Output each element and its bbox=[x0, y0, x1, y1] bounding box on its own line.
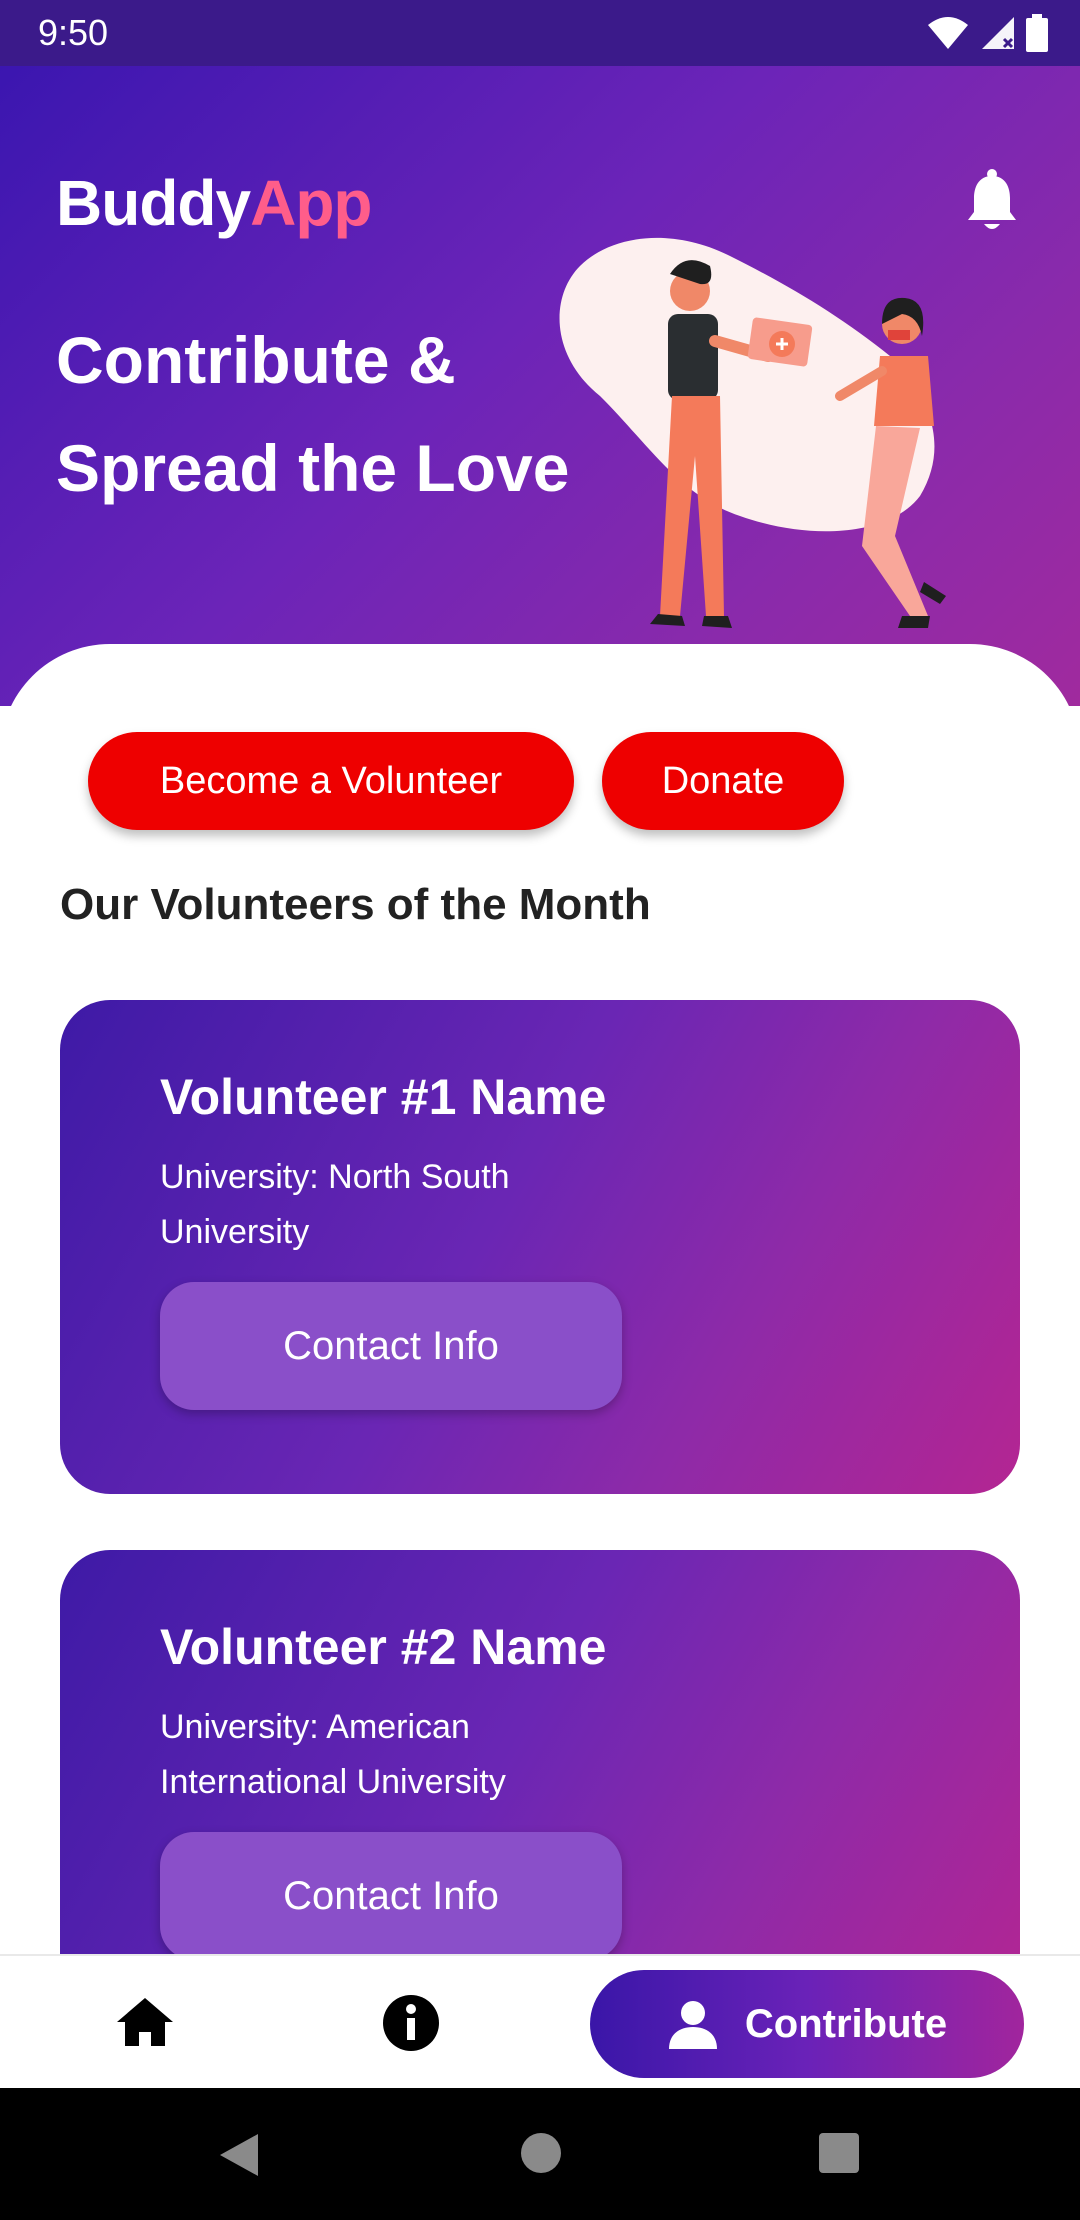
signal-icon bbox=[982, 17, 1014, 49]
volunteer-name: Volunteer #2 Name bbox=[160, 1619, 607, 1675]
volunteer-university: University: American International Unive… bbox=[160, 1708, 506, 1801]
volunteer-university: University: North South University bbox=[160, 1158, 510, 1251]
content-sheet: Become a Volunteer Donate Our Volunteers… bbox=[0, 644, 1080, 2044]
contribute-label: Contribute bbox=[744, 2001, 948, 2046]
volunteer-name: Volunteer #1 Name bbox=[160, 1069, 607, 1125]
back-icon[interactable] bbox=[218, 2132, 260, 2178]
person-icon bbox=[668, 2001, 717, 2049]
contact-info-button[interactable]: Contact Info bbox=[160, 1282, 622, 1410]
battery-icon bbox=[1026, 14, 1048, 52]
status-icons bbox=[926, 14, 1048, 52]
brand-app: App bbox=[250, 167, 372, 239]
status-bar: 9:50 bbox=[0, 0, 1080, 66]
donate-button[interactable]: Donate bbox=[602, 732, 844, 830]
app-logo: BuddyApp bbox=[56, 166, 373, 240]
home-icon[interactable] bbox=[115, 1994, 175, 2050]
section-title: Our Volunteers of the Month bbox=[60, 880, 651, 929]
contribute-nav-button[interactable]: Contribute bbox=[590, 1970, 1024, 2078]
hero-banner: BuddyApp Contribute & Spread the Love bbox=[0, 66, 1080, 706]
info-icon[interactable] bbox=[382, 1994, 440, 2052]
volunteer-card: Volunteer #1 Name University: North Sout… bbox=[60, 1000, 1020, 1494]
brand-buddy: Buddy bbox=[56, 167, 251, 239]
donation-illustration bbox=[517, 237, 1013, 698]
contact-info-button[interactable]: Contact Info bbox=[160, 1832, 622, 1960]
become-volunteer-button[interactable]: Become a Volunteer bbox=[88, 732, 574, 830]
wifi-icon bbox=[928, 17, 968, 49]
status-time: 9:50 bbox=[38, 12, 109, 53]
recents-icon[interactable] bbox=[818, 2132, 860, 2174]
bottom-navigation: Contribute bbox=[0, 1954, 1080, 2090]
system-navigation-bar bbox=[0, 2088, 1080, 2220]
home-circle-icon[interactable] bbox=[520, 2132, 562, 2174]
